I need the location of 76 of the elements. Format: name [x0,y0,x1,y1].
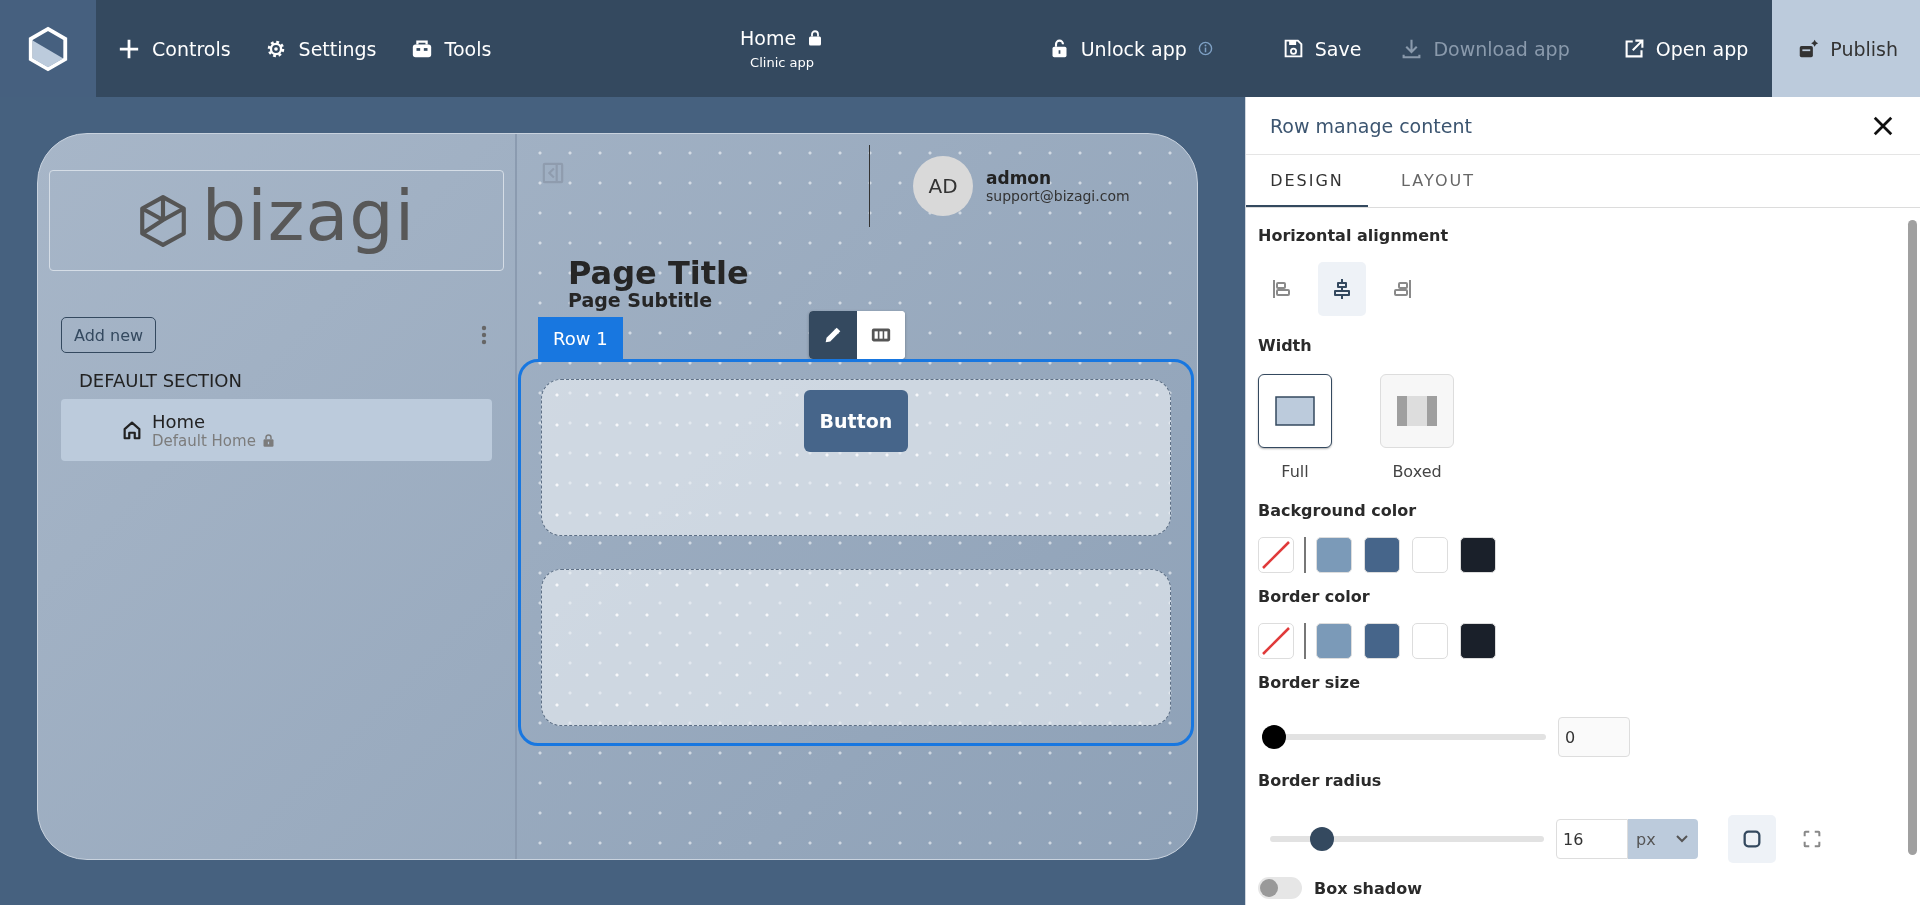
color-swatch[interactable] [1316,623,1352,659]
row-label: Row 1 [538,317,623,360]
color-swatch[interactable] [1460,623,1496,659]
slider-thumb[interactable] [1262,725,1286,749]
action-button[interactable]: Open app [1603,0,1769,97]
corner-brackets-icon [1801,828,1823,850]
page-item[interactable]: Home Default Home [61,399,492,461]
action-button[interactable]: Unlock app [1028,0,1233,97]
field-label: Width [1258,336,1313,357]
slider[interactable] [1270,827,1544,851]
home-icon [121,419,143,441]
slider[interactable] [1262,725,1546,749]
page-subtitle: Page Subtitle [568,291,713,312]
field-label: Border color [1258,587,1371,608]
panel-tab[interactable]: DESIGN [1246,155,1368,207]
app-logo[interactable] [0,0,96,97]
user-name: admon [986,168,1053,188]
slider-thumb[interactable] [1310,827,1334,851]
field-label: Horizontal alignment [1258,226,1450,247]
section-title: DEFAULT SECTION [79,370,243,391]
hexagon-logo-icon [137,193,188,248]
full-width-icon [1275,396,1315,426]
bizagi-logo-text: bizagi [201,180,416,259]
radius-mode-button[interactable] [1728,815,1776,863]
boxed-width-icon [1397,396,1437,426]
color-swatch[interactable] [1364,537,1400,573]
row-tool-button[interactable] [856,311,905,360]
slash-icon [1261,540,1291,570]
close-icon [1872,114,1894,137]
plus-icon [118,37,140,60]
no-color-swatch[interactable] [1258,537,1294,573]
action-button[interactable]: Save [1262,0,1382,97]
scrollbar[interactable] [1908,220,1917,855]
panel-title: Row manage content [1270,114,1472,137]
publish-icon [1798,38,1820,59]
field-label: Border radius [1258,771,1383,792]
nav-button[interactable]: Controls [118,37,231,60]
width-option-label: Full [1281,462,1309,481]
square-corners-icon [1741,828,1763,850]
row-tool-button[interactable] [808,311,857,360]
nav-button[interactable]: Settings [264,37,377,60]
kebab-menu-icon [481,325,487,345]
alignment-button[interactable] [1318,262,1366,316]
color-swatch[interactable] [1412,537,1448,573]
field-label: Box shadow [1314,878,1422,898]
page-name: Home [740,27,797,49]
width-option-button[interactable] [1258,374,1332,448]
number-input[interactable]: 16 [1556,819,1628,859]
number-input[interactable]: 0 [1558,717,1630,757]
user-email: support@bizagi.com [986,188,1130,204]
save-icon [1282,38,1304,59]
no-color-swatch[interactable] [1258,623,1294,659]
color-swatch[interactable] [1316,537,1352,573]
row-container[interactable]: Button [518,359,1194,747]
add-new-button[interactable]: Add new [61,317,157,353]
canvas-button[interactable]: Button [803,390,909,453]
nav-button[interactable]: Tools [410,37,492,60]
app-name: Clinic app [750,55,814,70]
field-label: Border size [1258,673,1361,694]
collapse-icon [542,162,564,184]
external-link-icon [1623,38,1645,59]
page-name: Home [152,410,207,432]
page-subtitle: Default Home [152,431,256,450]
width-option-label: Boxed [1392,462,1442,481]
color-swatch[interactable] [1412,623,1448,659]
publish-button[interactable]: Publish [1772,0,1920,97]
download-icon [1401,38,1423,59]
user-avatar: AD [913,156,973,216]
slash-icon [1261,626,1291,656]
field-label: Background color [1258,501,1418,522]
unit-dropdown[interactable]: px [1628,819,1698,859]
toggle-switch[interactable] [1258,877,1302,899]
color-swatch[interactable] [1364,623,1400,659]
color-swatch[interactable] [1460,537,1496,573]
page-title: Page Title [568,256,749,292]
panel-tab[interactable]: LAYOUT [1368,155,1508,207]
